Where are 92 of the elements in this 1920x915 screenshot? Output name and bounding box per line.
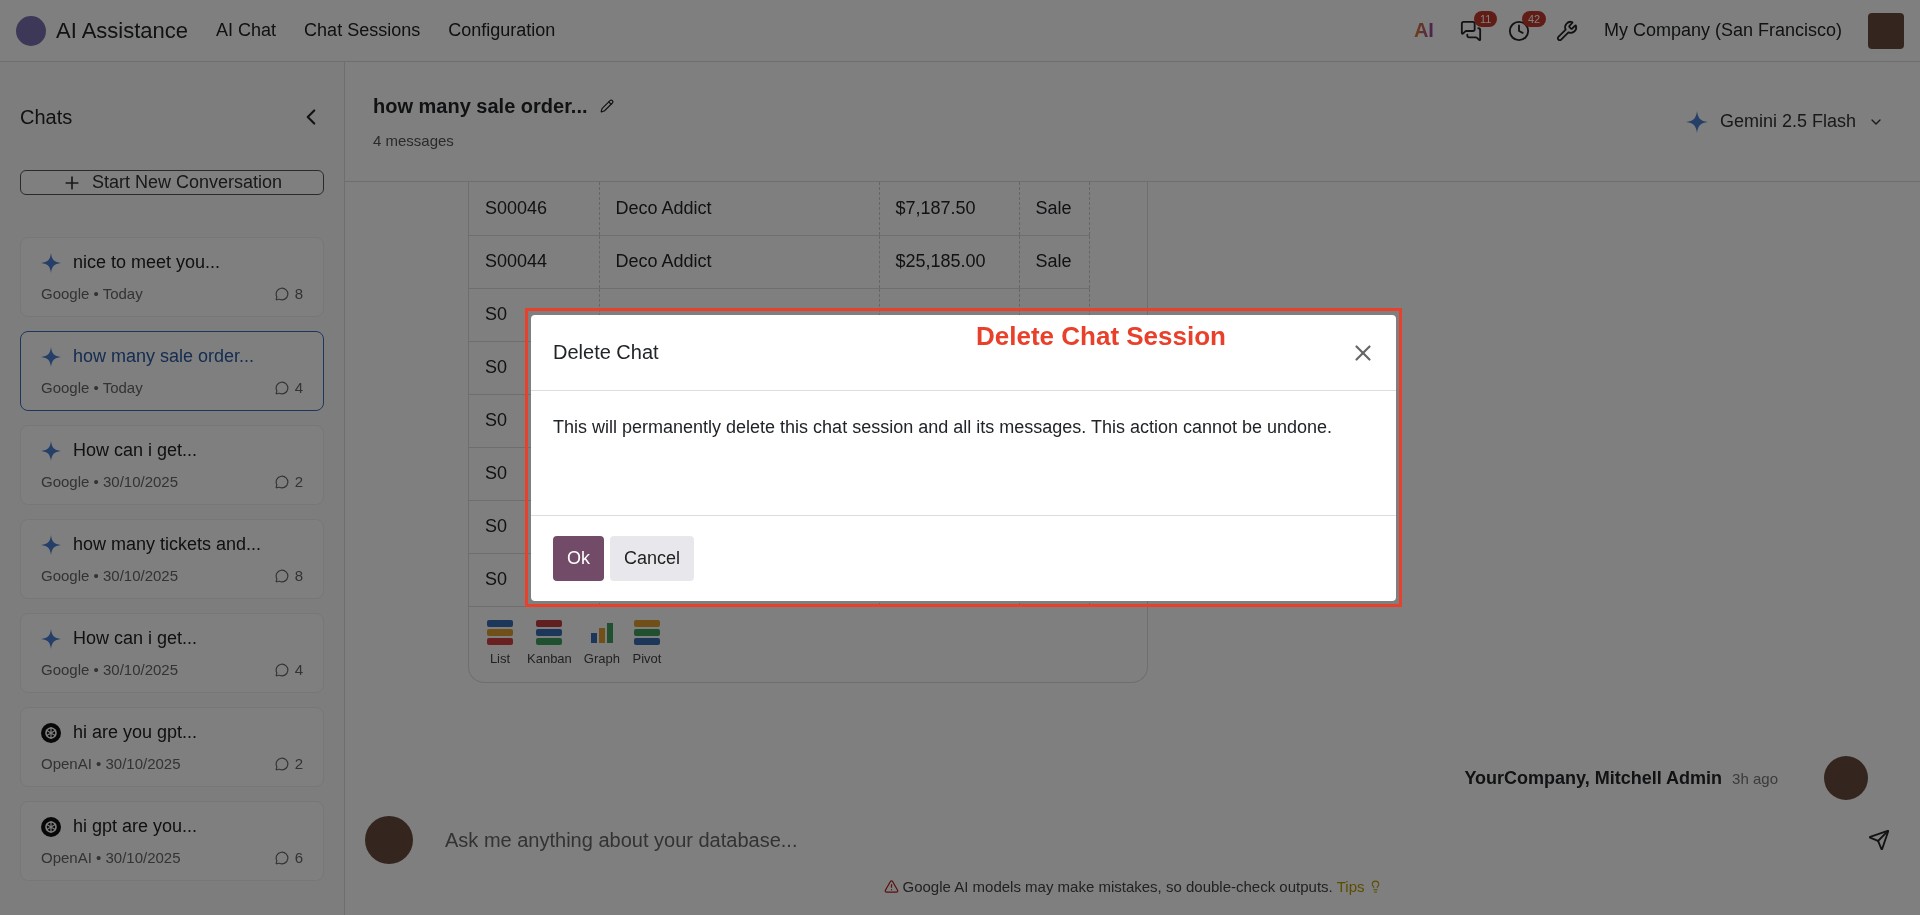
chat-title: nice to meet you... [73,252,221,273]
chat-item[interactable]: how many tickets and... Google • 30/10/2025 8 [20,519,324,599]
table-cell: Deco Addict [615,197,712,218]
message-count: 4 messages [373,131,455,149]
message-count: 2 [294,755,303,772]
table-cell: S0 [485,569,508,589]
chat-meta: Google • Today [41,285,143,302]
user-avatar [365,816,413,864]
message-count: 4 [294,661,303,678]
view-label[interactable]: List [489,650,511,666]
chat-meta: OpenAI • 30/10/2025 [41,755,181,772]
tools-icon[interactable] [1555,19,1578,42]
comment-icon [274,662,289,677]
author-name: YourCompany, Mitchell Admin [1464,767,1723,789]
chat-meta: Google • 30/10/2025 [41,473,179,490]
chat-title: how many sale order... [373,94,588,118]
chat-item[interactable]: hi are you gpt... OpenAI • 30/10/2025 2 [20,707,324,787]
sparkle-icon [41,252,61,273]
sparkle-icon [41,534,61,555]
clock-icon[interactable] [1507,19,1530,42]
view-label[interactable]: Kanban [527,650,572,666]
message-input[interactable]: Ask me anything about your database... [443,827,1838,853]
table-cell: $25,185.00 [895,251,986,271]
chat-title: how many tickets and... [73,534,262,555]
table-cell: S0 [485,410,508,430]
menu-item[interactable]: Chat Sessions [304,20,421,41]
message-count: 2 [294,473,303,490]
view-label[interactable]: Graph [583,650,620,666]
chat-title: How can i get... [73,628,198,649]
table-cell: S0 [485,463,508,483]
message-count: 6 [294,849,303,866]
annotation-label: Delete Chat Session [976,321,1226,352]
menu-item[interactable]: AI Chat [216,20,277,41]
user-avatar[interactable] [1868,12,1904,49]
message-count: 4 [294,379,303,396]
ok-button[interactable]: Ok [553,536,604,581]
new-conversation-button[interactable]: Start New Conversation [20,170,324,195]
chat-item[interactable]: How can i get... Google • 30/10/2025 4 [20,613,324,693]
cancel-button[interactable]: Cancel [610,536,695,581]
model-selector[interactable]: Gemini 2.5 Flash [1679,109,1890,134]
chat-icon[interactable] [1459,19,1482,42]
comment-icon [274,850,289,865]
edit-icon[interactable] [599,99,614,113]
message-count: 8 [294,285,303,302]
menu-item[interactable]: Configuration [448,20,556,41]
company-name[interactable]: My Company (San Francisco) [1603,20,1842,41]
app-name: AI Assistance [56,17,189,44]
notification-badge: 42 [1521,10,1547,27]
comment-icon [274,380,289,395]
notification-badge: 11 [1473,10,1498,27]
message-count: 8 [294,567,303,584]
dialog-message: This will permanently delete this chat session and all its messages. This action cannot be undone. [531,391,1396,516]
sparkle-icon [41,628,61,649]
table-cell: S0 [485,304,508,324]
table-cell: Deco Addict [615,251,712,271]
user-avatar [1824,756,1868,800]
table-cell: S00044 [485,251,548,271]
chat-meta: Google • 30/10/2025 [41,567,179,584]
sparkle-icon [1685,110,1708,133]
comment-icon [274,474,289,489]
chat-item[interactable]: how many sale order... Google • Today 4 [20,331,324,411]
comment-icon [274,286,289,301]
chat-item[interactable]: hi gpt are you... OpenAI • 30/10/2025 6 [20,801,324,881]
openai-logo-icon [41,722,61,743]
comment-icon [274,756,289,771]
send-icon[interactable] [1868,829,1890,851]
comment-icon [274,568,289,583]
chat-item[interactable]: nice to meet you... Google • Today 8 [20,237,324,317]
chat-meta: Google • Today [41,379,143,396]
chat-title: how many sale order... [73,346,255,367]
table-cell: Sale [1035,197,1072,218]
message-time: 3h ago [1732,769,1778,787]
chat-meta: Google • 30/10/2025 [41,661,179,678]
app-logo-icon [16,15,46,46]
table-cell: S00046 [485,197,548,218]
chat-item[interactable]: How can i get... Google • 30/10/2025 2 [20,425,324,505]
dialog-title: Delete Chat [553,341,659,364]
sparkle-icon [41,440,61,461]
table-cell: S0 [485,516,508,536]
chat-title: hi are you gpt... [73,722,198,743]
sparkle-icon [41,346,61,367]
warning-icon [883,879,899,894]
sidebar-title: Chats [20,105,73,129]
chat-title: hi gpt are you... [73,816,198,837]
table-cell: $7,187.50 [895,197,976,218]
table-cell: S0 [485,357,508,377]
openai-logo-icon [41,816,61,837]
view-label[interactable]: Pivot [632,650,662,666]
chat-title: How can i get... [73,440,198,461]
disclaimer-text: Google AI models may make mistakes, so double-check outputs. [902,878,1333,895]
table-cell: Sale [1035,251,1072,271]
chat-meta: OpenAI • 30/10/2025 [41,849,181,866]
